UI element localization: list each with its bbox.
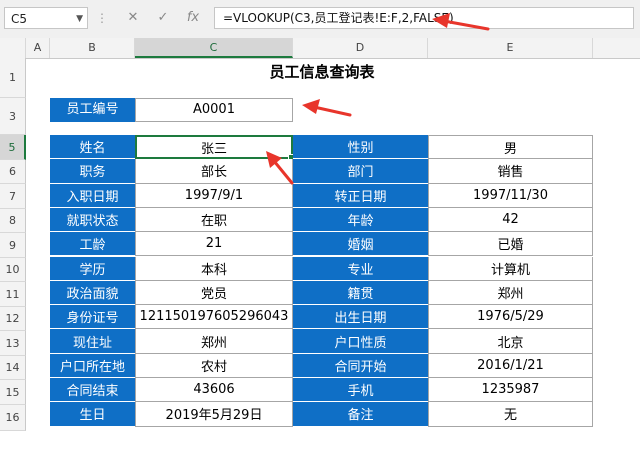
- column-header-d[interactable]: D: [293, 38, 428, 58]
- table-row: 生日 2019年5月29日 备注 无: [50, 402, 593, 427]
- table-row: 政治面貌 党员 籍贯 郑州: [50, 280, 593, 306]
- table-row: 入职日期 1997/9/1 转正日期 1997/11/30: [50, 183, 593, 208]
- field-label[interactable]: 籍贯: [293, 280, 428, 306]
- field-value[interactable]: 21: [135, 232, 293, 257]
- field-label[interactable]: 工龄: [50, 232, 135, 257]
- field-value[interactable]: 121150197605296043: [135, 305, 293, 330]
- column-header-b[interactable]: B: [50, 38, 135, 58]
- field-value[interactable]: 1997/9/1: [135, 183, 293, 208]
- field-value[interactable]: 无: [428, 402, 593, 427]
- field-value[interactable]: 郑州: [428, 280, 593, 306]
- field-label[interactable]: 出生日期: [293, 305, 428, 330]
- row-header-15[interactable]: 15: [0, 380, 26, 405]
- row-header-11[interactable]: 11: [0, 282, 26, 307]
- field-value-active[interactable]: 张三: [135, 135, 295, 162]
- fx-icon[interactable]: fx: [180, 7, 206, 29]
- field-value-text: 张三: [200, 141, 227, 157]
- field-value[interactable]: 在职: [135, 207, 293, 233]
- field-label[interactable]: 户口所在地: [50, 353, 135, 378]
- column-headers: A B C D E: [0, 38, 640, 59]
- field-label[interactable]: 就职状态: [50, 207, 135, 233]
- field-value[interactable]: 计算机: [428, 256, 593, 281]
- field-value[interactable]: 销售: [428, 159, 593, 184]
- cancel-icon[interactable]: ✕: [120, 7, 146, 29]
- field-label[interactable]: 姓名: [50, 135, 135, 160]
- field-label[interactable]: 生日: [50, 402, 135, 427]
- table-row: 工龄 21 婚姻 已婚: [50, 232, 593, 257]
- field-value[interactable]: 北京: [428, 329, 593, 354]
- row-header-14[interactable]: 14: [0, 356, 26, 380]
- field-label[interactable]: 合同结束: [50, 378, 135, 403]
- field-label[interactable]: 政治面貌: [50, 280, 135, 306]
- field-label[interactable]: 部门: [293, 159, 428, 184]
- field-label[interactable]: 合同开始: [293, 353, 428, 378]
- chevron-down-icon[interactable]: ▼: [76, 8, 83, 30]
- field-label[interactable]: 婚姻: [293, 232, 428, 257]
- field-value[interactable]: 1997/11/30: [428, 183, 593, 208]
- table-row: 合同结束 43606 手机 1235987: [50, 378, 593, 403]
- field-label[interactable]: 年龄: [293, 207, 428, 233]
- field-label[interactable]: 学历: [50, 256, 135, 281]
- field-label[interactable]: 备注: [293, 402, 428, 427]
- row-header-13[interactable]: 13: [0, 331, 26, 356]
- row-header-9[interactable]: 9: [0, 233, 26, 258]
- table-row: 现住址 郑州 户口性质 北京: [50, 329, 593, 354]
- formula-input[interactable]: =VLOOKUP(C3,员工登记表!E:F,2,FALSE): [214, 7, 634, 29]
- field-label[interactable]: 手机: [293, 378, 428, 403]
- field-value[interactable]: 男: [428, 135, 593, 160]
- row-header-3[interactable]: 3: [0, 98, 26, 135]
- row-header-6[interactable]: 6: [0, 160, 26, 184]
- field-value[interactable]: 本科: [135, 256, 293, 281]
- field-value[interactable]: 43606: [135, 378, 293, 403]
- field-label[interactable]: 身份证号: [50, 305, 135, 330]
- field-value[interactable]: 2019年5月29日: [135, 402, 293, 427]
- field-label[interactable]: 专业: [293, 256, 428, 281]
- confirm-icon[interactable]: ✓: [150, 7, 176, 29]
- field-label[interactable]: 性别: [293, 135, 428, 160]
- employee-id-input[interactable]: A0001: [135, 98, 293, 122]
- column-header-e[interactable]: E: [428, 38, 593, 58]
- field-label[interactable]: 职务: [50, 159, 135, 184]
- table-row: 身份证号 121150197605296043 出生日期 1976/5/29: [50, 305, 593, 330]
- formula-bar: C5 ▼ ⋮ ✕ ✓ fx =VLOOKUP(C3,员工登记表!E:F,2,FA…: [0, 0, 640, 39]
- field-value[interactable]: 2016/1/21: [428, 353, 593, 378]
- field-value[interactable]: 农村: [135, 353, 293, 378]
- field-value[interactable]: 郑州: [135, 329, 293, 354]
- column-header-a[interactable]: A: [26, 38, 50, 58]
- field-value[interactable]: 已婚: [428, 232, 593, 257]
- table-row: 户口所在地 农村 合同开始 2016/1/21: [50, 353, 593, 378]
- employee-id-label[interactable]: 员工编号: [50, 98, 135, 122]
- table-row: 学历 本科 专业 计算机: [50, 256, 593, 281]
- field-label[interactable]: 转正日期: [293, 183, 428, 208]
- table-row: 就职状态 在职 年龄 42: [50, 207, 593, 233]
- row-header-1[interactable]: 1: [0, 58, 26, 98]
- row-header-16[interactable]: 16: [0, 405, 26, 431]
- field-label[interactable]: 入职日期: [50, 183, 135, 208]
- field-label[interactable]: 现住址: [50, 329, 135, 354]
- sheet-title[interactable]: 员工信息查询表: [135, 60, 509, 84]
- field-value[interactable]: 1976/5/29: [428, 305, 593, 330]
- column-header-c[interactable]: C: [135, 38, 293, 58]
- table-row: 职务 部长 部门 销售: [50, 159, 593, 184]
- row-header-12[interactable]: 12: [0, 307, 26, 331]
- field-value[interactable]: 党员: [135, 280, 293, 306]
- select-all-corner[interactable]: [0, 38, 26, 58]
- row-header-8[interactable]: 8: [0, 209, 26, 233]
- field-value[interactable]: 1235987: [428, 378, 593, 403]
- more-icon[interactable]: ⋮: [96, 7, 108, 29]
- name-box[interactable]: C5 ▼: [4, 7, 88, 29]
- field-label[interactable]: 户口性质: [293, 329, 428, 354]
- name-box-value: C5: [11, 12, 28, 26]
- field-value[interactable]: 部长: [135, 159, 293, 184]
- arrow-icon: [302, 99, 352, 117]
- table-row: 姓名 张三 性别 男: [50, 135, 593, 162]
- row-header-10[interactable]: 10: [0, 258, 26, 282]
- field-value[interactable]: 42: [428, 207, 593, 233]
- column-header-blank: [593, 38, 640, 58]
- row-header-5[interactable]: 5: [0, 135, 26, 160]
- row-header-7[interactable]: 7: [0, 184, 26, 209]
